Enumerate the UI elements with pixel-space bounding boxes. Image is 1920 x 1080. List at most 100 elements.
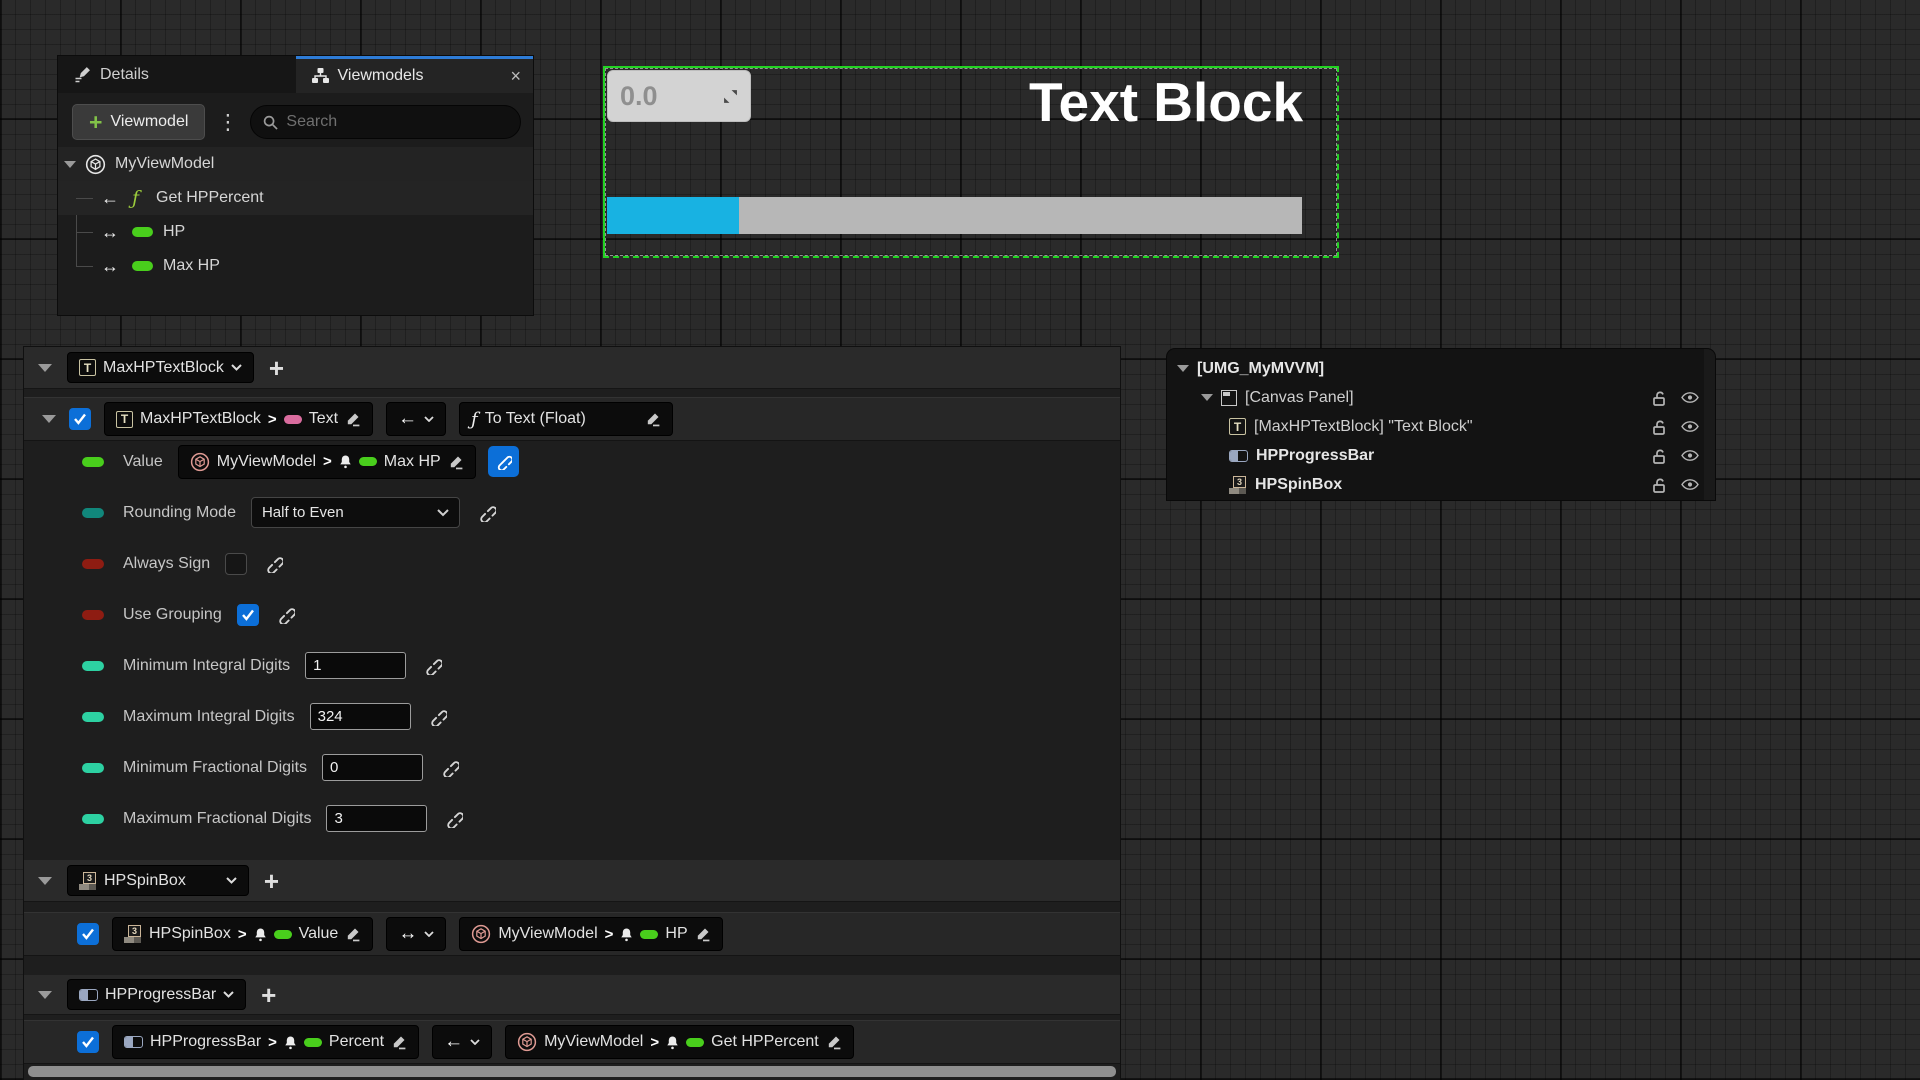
source-property: Value (299, 925, 339, 943)
edit-pencil-icon[interactable] (448, 454, 464, 470)
edit-pencil-icon[interactable] (345, 411, 361, 427)
binding-enabled-checkbox[interactable] (69, 408, 91, 430)
binding-source-chip[interactable]: HPProgressBar > Percent (112, 1025, 419, 1059)
search-input[interactable] (286, 113, 508, 131)
link-argument-icon[interactable] (276, 605, 295, 624)
hierarchy-row-root[interactable]: [UMG_MyMVVM] (1167, 354, 1715, 383)
scrollbar-thumb[interactable] (28, 1066, 1116, 1077)
link-argument-icon[interactable] (428, 707, 447, 726)
lock-icon[interactable] (1652, 448, 1667, 464)
hierarchy-row-maxhptextblock[interactable]: T [MaxHPTextBlock] "Text Block" (1167, 412, 1715, 441)
expander-icon[interactable] (1177, 365, 1189, 372)
canvas-panel-icon (1221, 390, 1237, 406)
lock-icon[interactable] (1652, 419, 1667, 435)
tab-details[interactable]: Details (58, 56, 296, 93)
min-fractional-digits-input[interactable] (322, 754, 423, 781)
conversion-function-chip[interactable]: ƒ To Text (Float) (459, 402, 673, 436)
collapse-icon[interactable] (38, 877, 52, 885)
source-property: Text (309, 410, 338, 428)
hierarchy-row-hpspinbox[interactable]: 3 HPSpinBox (1167, 470, 1715, 499)
bound-link-button[interactable] (488, 446, 519, 477)
chip-property: Max HP (384, 453, 441, 471)
vertical-scrollbar[interactable] (1704, 349, 1715, 500)
binding-enabled-checkbox[interactable] (77, 1031, 99, 1053)
breadcrumb-separator: > (605, 926, 614, 943)
hierarchy-row-hpprogressbar[interactable]: HPProgressBar (1167, 441, 1715, 470)
widget-select-dropdown[interactable]: 3 HPSpinBox (67, 865, 249, 896)
tree-item-label: HP (163, 223, 185, 241)
collapse-icon[interactable] (42, 415, 56, 423)
tree-item-hp[interactable]: ↔ HP (58, 215, 533, 249)
chevron-down-icon (424, 416, 434, 422)
preview-spinbox[interactable]: 0.0 (607, 70, 751, 122)
link-argument-icon[interactable] (444, 809, 463, 828)
edit-pencil-icon[interactable] (391, 1034, 407, 1050)
section-header-maxhptextblock: T MaxHPTextBlock + (24, 347, 1120, 389)
binding-dest-chip[interactable]: MyViewModel > HP (459, 917, 722, 951)
visibility-eye-icon[interactable] (1681, 450, 1699, 461)
lock-icon[interactable] (1652, 390, 1667, 406)
link-argument-icon[interactable] (440, 758, 459, 777)
preview-progress-bar[interactable] (607, 197, 1302, 234)
viewmodel-cube-icon (190, 452, 210, 472)
use-grouping-checkbox[interactable] (237, 604, 259, 626)
max-fractional-digits-input[interactable] (326, 805, 427, 832)
visibility-eye-icon[interactable] (1681, 421, 1699, 432)
source-widget: MaxHPTextBlock (140, 410, 261, 428)
always-sign-checkbox[interactable] (225, 553, 247, 575)
binding-direction-dropdown[interactable]: ← (432, 1025, 492, 1059)
rounding-mode-dropdown[interactable]: Half to Even (251, 497, 460, 528)
tree-item-get-hppercent[interactable]: ← ƒ Get HPPercent (58, 181, 533, 215)
chevron-down-icon (223, 991, 234, 998)
search-box[interactable] (250, 105, 521, 139)
hierarchy-row-canvas-panel[interactable]: [Canvas Panel] (1167, 383, 1715, 412)
edit-pencil-icon[interactable] (826, 1034, 842, 1050)
visibility-eye-icon[interactable] (1681, 479, 1699, 490)
oneway-arrow-icon: ← (444, 1031, 463, 1053)
chip-root: MyViewModel (217, 453, 316, 471)
collapse-icon[interactable] (38, 991, 52, 999)
binding-source-chip[interactable]: T MaxHPTextBlock > Text (104, 402, 373, 436)
max-integral-digits-input[interactable] (310, 703, 411, 730)
tab-viewmodels[interactable]: Viewmodels × (296, 56, 534, 93)
widget-name: MaxHPTextBlock (103, 359, 224, 377)
visibility-eye-icon[interactable] (1681, 392, 1699, 403)
edit-pencil-icon[interactable] (345, 926, 361, 942)
link-argument-icon[interactable] (423, 656, 442, 675)
close-icon[interactable]: × (510, 67, 521, 85)
kebab-menu-icon[interactable]: ⋮ (215, 110, 240, 135)
expander-icon[interactable] (1201, 394, 1213, 401)
edit-pencil-icon[interactable] (695, 926, 711, 942)
value-binding-chip[interactable]: MyViewModel > Max HP (178, 445, 476, 479)
notify-bell-icon (666, 1035, 679, 1050)
widget-select-dropdown[interactable]: T MaxHPTextBlock (67, 352, 254, 383)
property-pill-icon (132, 261, 153, 271)
oneway-arrow-icon: ← (98, 188, 122, 209)
binding-direction-dropdown[interactable]: ↔ (386, 917, 446, 951)
tree-item-myviewmodel[interactable]: MyViewModel (58, 147, 533, 181)
tab-viewmodels-label: Viewmodels (338, 67, 424, 85)
lock-icon[interactable] (1652, 477, 1667, 493)
binding-source-chip[interactable]: 3 HPSpinBox > Value (112, 917, 373, 951)
binding-enabled-checkbox[interactable] (77, 923, 99, 945)
expander-icon[interactable] (64, 161, 76, 168)
link-argument-icon[interactable] (264, 554, 283, 573)
chevron-down-icon (231, 364, 242, 371)
add-viewmodel-button[interactable]: + Viewmodel (72, 104, 205, 140)
link-argument-icon[interactable] (477, 503, 496, 522)
widget-select-dropdown[interactable]: HPProgressBar (67, 979, 246, 1010)
preview-text-block[interactable]: Text Block (1029, 70, 1303, 134)
binding-dest-chip[interactable]: MyViewModel > Get HPPercent (505, 1025, 854, 1059)
viewmodel-cube-icon (85, 154, 106, 175)
horizontal-scrollbar[interactable] (28, 1066, 1116, 1077)
hierarchy-label: [MaxHPTextBlock] "Text Block" (1254, 418, 1473, 436)
edit-pencil-icon[interactable] (645, 411, 661, 427)
tab-details-label: Details (100, 66, 149, 84)
viewmodel-tree: MyViewModel ← ƒ Get HPPercent ↔ HP ↔ Max… (58, 147, 533, 283)
tree-item-max-hp[interactable]: ↔ Max HP (58, 249, 533, 283)
chevron-down-icon (424, 931, 434, 937)
binding-direction-dropdown[interactable]: ← (386, 402, 446, 436)
min-integral-digits-input[interactable] (305, 652, 406, 679)
collapse-icon[interactable] (38, 364, 52, 372)
int-pill-icon (82, 763, 104, 773)
